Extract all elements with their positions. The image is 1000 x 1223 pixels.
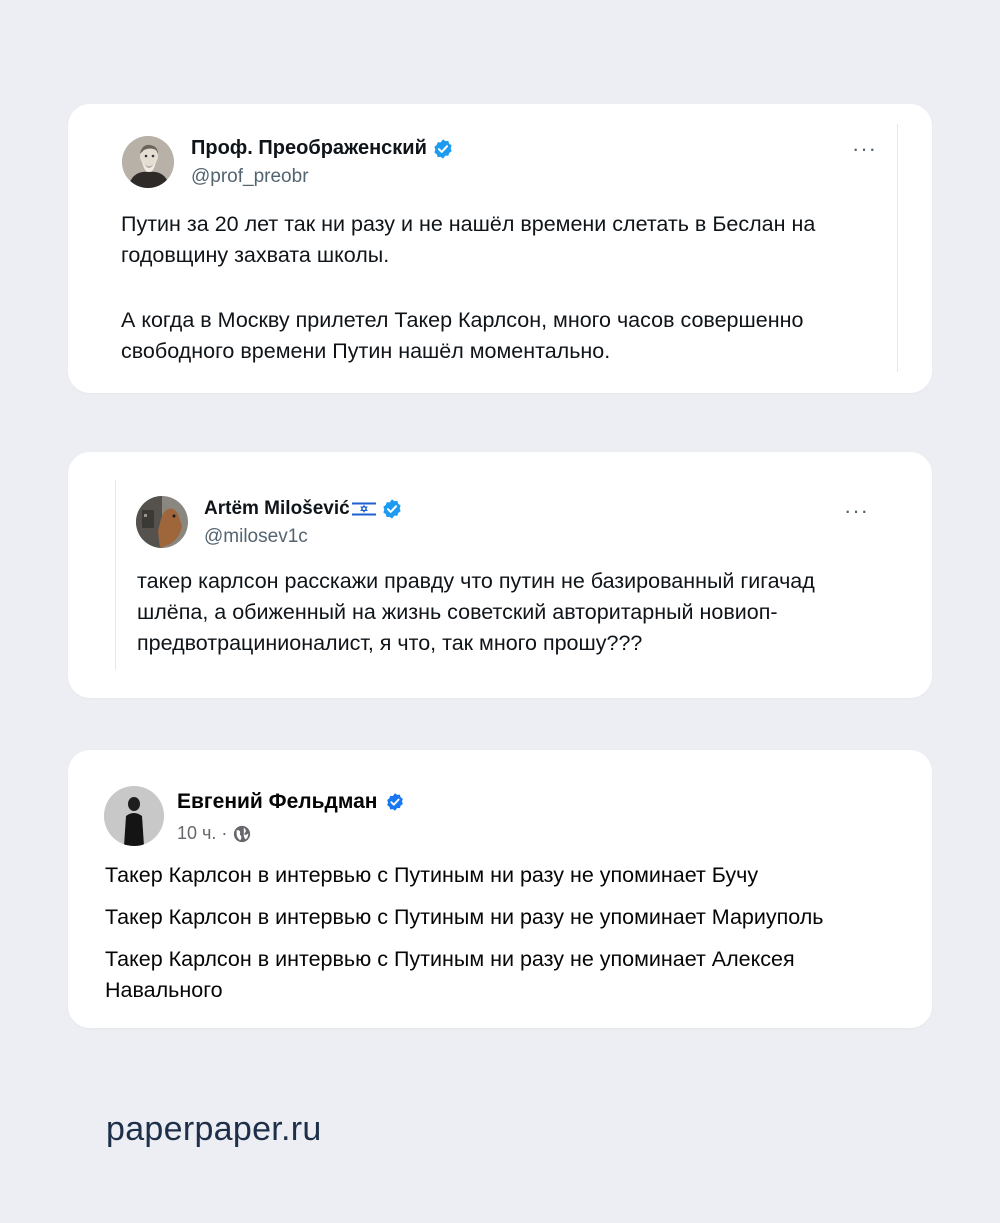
verified-badge-icon [387,793,404,811]
author-handle[interactable]: @prof_preobr [191,166,309,188]
israel-flag-icon [351,501,376,517]
tweet-card-preobr: Проф. Преображенский @prof_preobr ··· Пу… [68,104,932,393]
post-text: Такер Карлсон в интервью с Путиным ни ра… [105,860,905,1017]
post-line: Такер Карлсон в интервью с Путиным ни ра… [105,905,824,929]
tweet-paragraph: А когда в Москву прилетел Такер Карлсон,… [121,308,804,363]
tweet-text: такер карлсон расскажи правду что путин … [137,569,815,655]
verified-badge-icon [383,499,401,519]
author-name[interactable]: Проф. Преображенский [191,137,427,160]
tweet-card-milosevic: Artëm Milošević @milosev1c ··· такер кар… [68,452,932,698]
tweet-paragraph: Путин за 20 лет так ни разу и не нашёл в… [121,212,816,267]
avatar[interactable] [122,136,174,188]
author-name[interactable]: Евгений Фельдман [177,790,377,814]
post-line: Такер Карлсон в интервью с Путиным ни ра… [105,863,759,887]
globe-icon [234,825,251,842]
author-row: Artëm Milošević [204,498,403,520]
verified-badge-icon [434,138,452,159]
divider [897,124,898,372]
post-line: Такер Карлсон в интервью с Путиным ни ра… [105,947,795,1002]
footer-site-name: paperpaper.ru [106,1110,322,1148]
more-options-icon[interactable]: ··· [844,500,869,522]
post-meta: 10 ч. · [177,823,251,844]
author-name[interactable]: Artëm Milošević [204,498,350,520]
avatar[interactable] [104,786,164,846]
post-time[interactable]: 10 ч. · [177,823,227,844]
facebook-post-card: Евгений Фельдман 10 ч. · Такер Карлсон в… [68,750,932,1028]
author-handle[interactable]: @milosev1c [204,526,308,548]
avatar[interactable] [136,496,188,548]
author-row: Евгений Фельдман [177,790,405,814]
divider [115,480,116,670]
author-row: Проф. Преображенский [191,137,454,160]
tweet-text: Путин за 20 лет так ни разу и не нашёл в… [121,209,881,367]
more-options-icon[interactable]: ··· [852,138,877,160]
